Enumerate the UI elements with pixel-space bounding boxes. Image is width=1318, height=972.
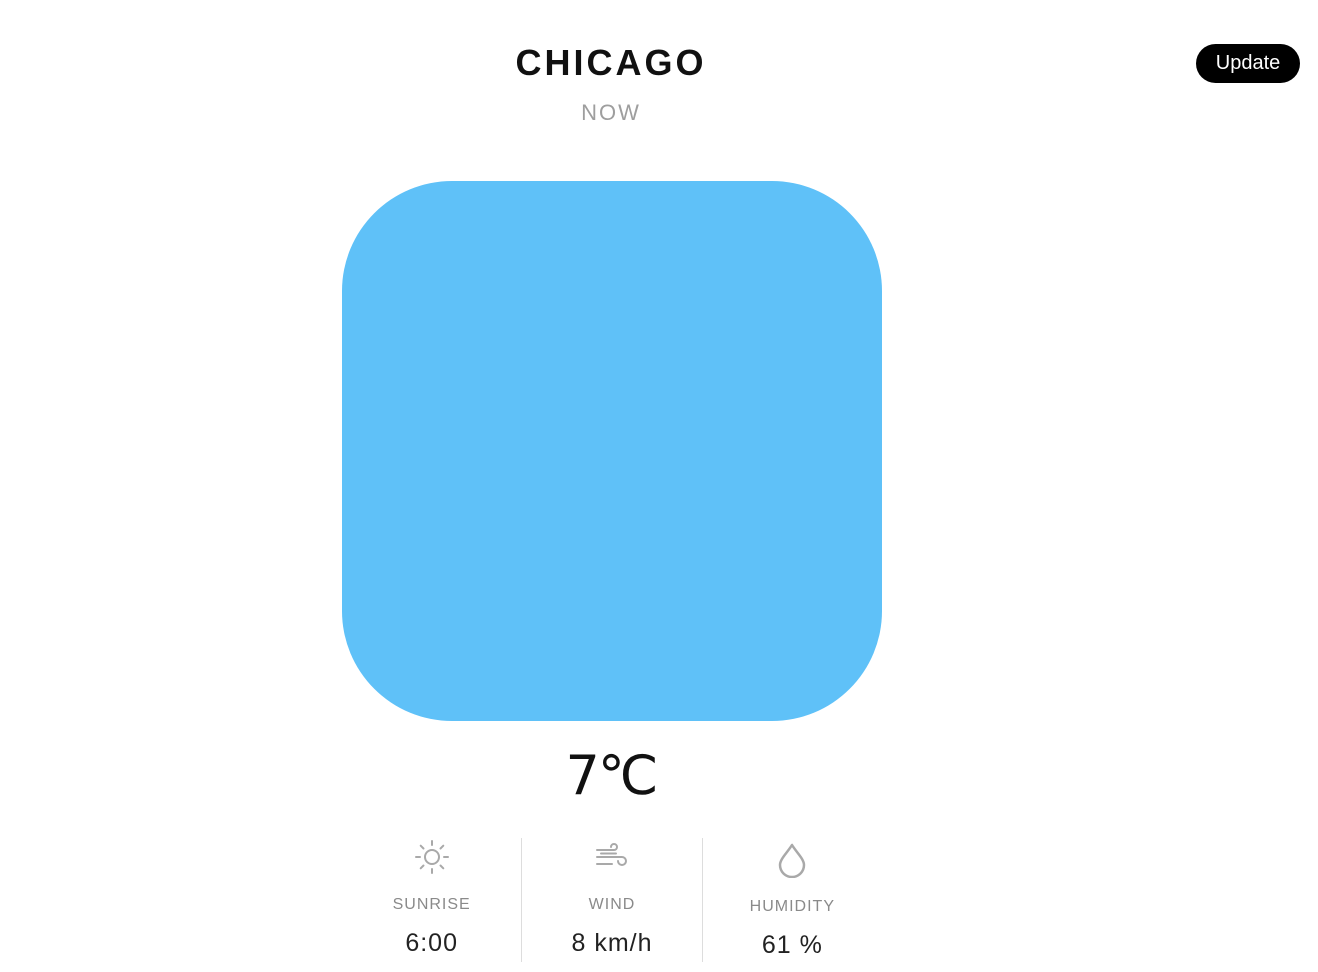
sunrise-value: 6:00 [405,929,458,957]
humidity-label: HUMIDITY [749,898,835,915]
wind-label: WIND [588,896,636,913]
stat-wind: WIND 8 km/h [521,838,701,962]
droplet-icon [703,838,882,878]
time-label: NOW [581,100,641,125]
stat-sunrise: SUNRISE 6:00 [342,838,521,962]
weather-condition-tile [342,181,882,721]
city-name: CHICAGO [515,42,707,83]
sunrise-label: SUNRISE [392,896,471,913]
sun-icon [342,838,521,878]
humidity-value: 61 % [761,931,823,959]
weather-page: CHICAGO NOW Update 7℃ SUNRISE 6:00 WIND … [0,0,1318,972]
temperature-value: 7℃ [565,744,658,807]
wind-value: 8 km/h [571,929,653,957]
wind-icon [522,838,701,878]
weather-stats: SUNRISE 6:00 WIND 8 km/h HUMIDITY 61 % [342,838,882,962]
stat-humidity: HUMIDITY 61 % [701,838,882,962]
update-button[interactable]: Update [1196,44,1300,83]
